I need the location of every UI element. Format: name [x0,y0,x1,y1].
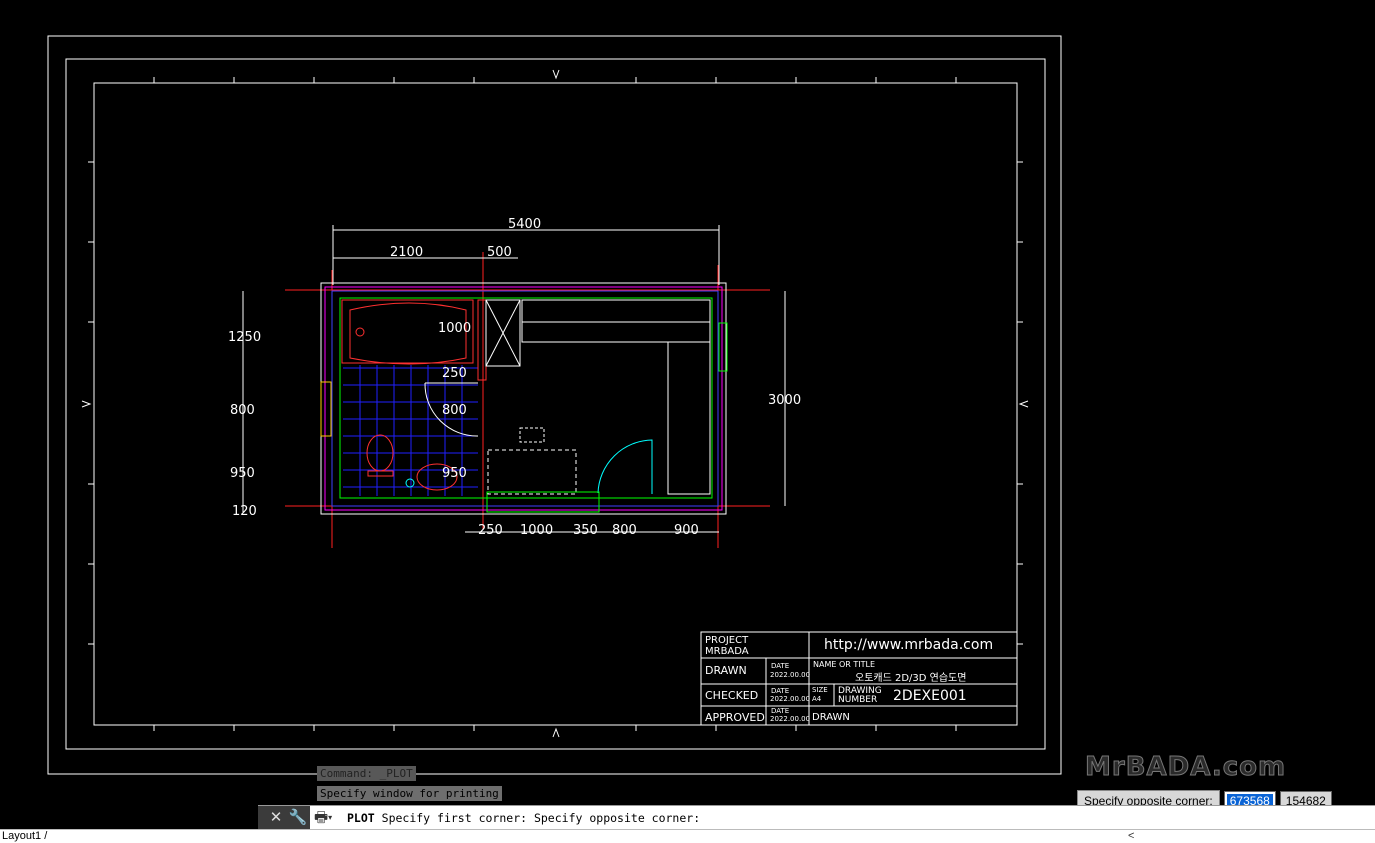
command-history-line-1: Command: _PLOT [317,766,416,781]
dim-bottom-3: 350 [573,523,598,538]
dim-left-1: 1250 [228,330,261,345]
dim-inner-4: 950 [442,466,467,481]
tb-date-label-3: DATE [771,707,789,715]
tb-drawn: DRAWN [705,664,747,677]
tab-layout1[interactable]: Layout1 / [2,830,47,843]
tb-approved: APPROVED [705,711,765,724]
dimension-texts: 5400 2100 500 1250 800 950 120 1000 250 … [228,217,801,538]
floor-plan [285,252,770,548]
command-line-bar: ✕ 🔧 🖶▾ PLOT Specify first corner: Specif… [258,805,1375,830]
dim-bottom-4: 800 [612,523,637,538]
dim-left-3: 950 [230,466,255,481]
tb-drawing-label-2: NUMBER [838,695,877,705]
drawing-canvas[interactable]: 5400 2100 500 1250 800 950 120 1000 250 … [0,0,1375,842]
dimension-lines [242,225,786,533]
tb-drawing-number: 2DEXE001 [893,688,967,704]
command-history-line-2: Specify window for printing [317,786,502,801]
tb-size-value: A4 [812,695,822,703]
dim-overall-width: 5400 [508,217,541,232]
dim-right: 3000 [768,393,801,408]
tb-date-label-1: DATE [771,662,789,670]
command-input[interactable]: PLOT Specify first corner: Specify oppos… [347,806,700,830]
status-bar: Layout1 / < [0,829,1375,843]
tb-size-label: SIZE [812,686,828,694]
tb-date-value-1: 2022.00.00 [770,671,810,679]
dim-bottom-1: 250 [478,523,503,538]
tb-checked: CHECKED [705,689,758,702]
dim-inner-2: 250 [442,366,467,381]
wrench-icon[interactable]: 🔧 [288,808,308,828]
dim-top-mid: 500 [487,245,512,260]
chevron-down-icon[interactable]: ▾ [328,813,332,822]
command-name: PLOT [347,811,375,825]
watermark: MrBADA.com [1084,752,1287,783]
tb-date-value-3: 2022.00.00 [770,715,810,723]
printer-icon[interactable]: 🖶▾ [314,808,342,828]
tb-drawn-by: DRAWN [812,712,850,723]
tb-project-label: PROJECT [705,635,749,646]
title-block: PROJECT MRBADA http://www.mrbada.com DRA… [700,631,1018,726]
scroll-left-button[interactable]: < [1128,830,1134,843]
dim-inner-1: 1000 [438,321,471,336]
command-line-tools: ✕ 🔧 [258,806,310,830]
dim-left-2: 800 [230,403,255,418]
tb-name-label: NAME OR TITLE [813,660,875,669]
dim-bottom-5: 900 [674,523,699,538]
dim-bottom-2: 1000 [520,523,553,538]
close-icon[interactable]: ✕ [266,808,286,828]
tb-name-value: 오토캐드 2D/3D 연습도면 [855,672,966,684]
dim-top-left: 2100 [390,245,423,260]
dim-left-4: 120 [232,504,257,519]
tb-date-value-2: 2022.00.00 [770,695,810,703]
command-prompt: Specify first corner: Specify opposite c… [381,811,701,825]
dim-inner-3: 800 [442,403,467,418]
tb-url: http://www.mrbada.com [824,637,993,653]
tb-project-value: MRBADA [705,646,749,657]
tb-date-label-2: DATE [771,687,789,695]
sheet-border [47,35,1062,775]
